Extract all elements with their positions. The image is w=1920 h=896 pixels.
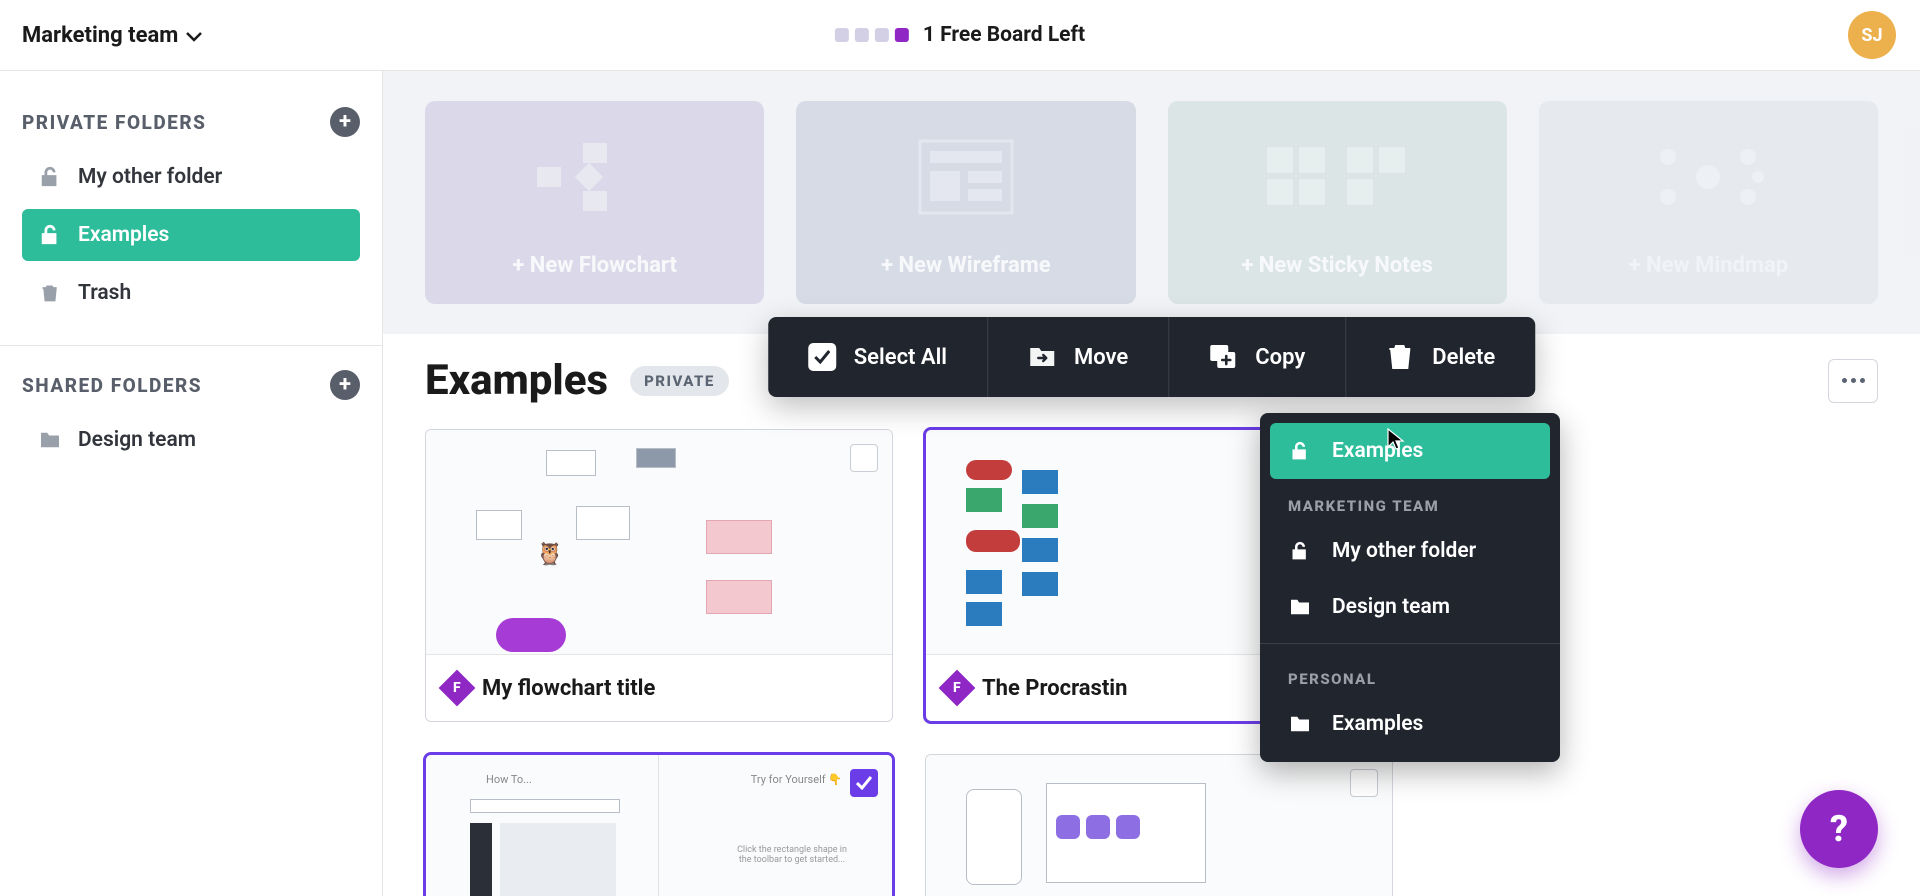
delete-label: Delete [1432, 345, 1495, 370]
template-label: + New Flowchart [512, 253, 677, 278]
sidebar-item-label: Trash [78, 281, 131, 305]
select-all-label: Select All [854, 345, 947, 370]
board-checkbox[interactable] [1350, 769, 1378, 797]
avatar[interactable]: SJ [1848, 11, 1896, 59]
board-checkbox[interactable] [850, 769, 878, 797]
quota-text: 1 Free Board Left [923, 23, 1085, 47]
sidebar-item-design-team[interactable]: Design team [22, 414, 360, 466]
board-preview: 🦉 [426, 430, 892, 654]
board-card[interactable] [925, 754, 1393, 896]
sidebar-shared-label: SHARED FOLDERS [22, 374, 202, 397]
sidebar-item-examples[interactable]: Examples [22, 209, 360, 261]
lock-open-icon [38, 224, 62, 246]
sidebar-divider [0, 345, 382, 346]
avatar-initials: SJ [1861, 25, 1882, 46]
move-option-current[interactable]: Examples [1270, 423, 1550, 479]
board-title: The Procrastin [982, 676, 1127, 701]
lock-open-icon [38, 166, 62, 188]
select-all-button[interactable]: Select All [768, 317, 987, 397]
board-quota: 1 Free Board Left [835, 23, 1085, 47]
sidebar-item-label: Design team [78, 428, 196, 452]
quota-dot-used [835, 28, 849, 42]
trash-icon [1386, 344, 1414, 370]
checkbox-icon [808, 343, 836, 371]
chevron-down-icon [186, 32, 202, 42]
copy-label: Copy [1255, 345, 1305, 370]
templates-row: + New Flowchart + New Wireframe + New St… [383, 71, 1920, 334]
move-option-label: Examples [1332, 439, 1423, 463]
sidebar-private-label: PRIVATE FOLDERS [22, 111, 206, 134]
board-checkbox[interactable] [850, 444, 878, 472]
workspace-name: Marketing team [22, 23, 178, 48]
topbar: Marketing team 1 Free Board Left SJ [0, 0, 1920, 71]
boards-grid: 🦉 F My flowchart title [383, 415, 1920, 896]
quota-dots [835, 28, 909, 42]
move-option[interactable]: Examples [1270, 696, 1550, 752]
template-label: + New Mindmap [1629, 253, 1789, 278]
quota-dot-used [875, 28, 889, 42]
template-new-wireframe[interactable]: + New Wireframe [796, 101, 1135, 304]
board-card[interactable]: 🦉 F My flowchart title [425, 429, 893, 722]
template-label: + New Sticky Notes [1241, 253, 1433, 278]
help-glyph: ? [1830, 808, 1848, 850]
folder-more-button[interactable] [1828, 359, 1878, 403]
copy-button[interactable]: Copy [1168, 317, 1345, 397]
quota-dot-used [855, 28, 869, 42]
sidebar-private-list: My other folder Examples Trash [22, 151, 360, 319]
sidebar-item-trash[interactable]: Trash [22, 267, 360, 319]
sidebar-item-label: My other folder [78, 165, 222, 189]
trash-icon [38, 282, 62, 304]
folder-icon [1288, 598, 1312, 616]
mindmap-icon [1638, 101, 1778, 253]
move-popover: Examples MARKETING TEAM My other folder … [1260, 413, 1560, 762]
move-option-label: My other folder [1332, 539, 1476, 563]
move-group-label: PERSONAL [1270, 652, 1550, 696]
template-new-sticky-notes[interactable]: + New Sticky Notes [1168, 101, 1507, 304]
move-option-label: Design team [1332, 595, 1450, 619]
selection-action-bar: Select All Move Copy Delete [768, 317, 1536, 397]
wireframe-icon [916, 101, 1016, 253]
move-option[interactable]: My other folder [1270, 523, 1550, 579]
move-label: Move [1074, 345, 1128, 370]
move-option[interactable]: Design team [1270, 579, 1550, 635]
privacy-badge: PRIVATE [630, 366, 729, 396]
move-icon [1028, 345, 1056, 369]
sticky-notes-icon [1267, 101, 1407, 253]
quota-dot-remaining [895, 28, 909, 42]
board-preview [926, 755, 1392, 896]
main: + New Flowchart + New Wireframe + New St… [383, 71, 1920, 896]
lock-open-icon [1288, 541, 1312, 561]
help-button[interactable]: ? [1800, 790, 1878, 868]
delete-button[interactable]: Delete [1345, 317, 1535, 397]
move-button[interactable]: Move [987, 317, 1168, 397]
sidebar-shared-header: SHARED FOLDERS + [22, 370, 360, 400]
template-label: + New Wireframe [881, 253, 1051, 278]
workspace-switcher[interactable]: Marketing team [22, 23, 202, 48]
add-private-folder-button[interactable]: + [330, 107, 360, 137]
sidebar: PRIVATE FOLDERS + My other folder Exampl… [0, 71, 383, 896]
sidebar-item-my-other-folder[interactable]: My other folder [22, 151, 360, 203]
move-option-label: Examples [1332, 712, 1423, 736]
board-title: My flowchart title [482, 676, 655, 701]
flowchart-icon [535, 101, 655, 253]
board-type-badge: F [939, 670, 976, 707]
add-shared-folder-button[interactable]: + [330, 370, 360, 400]
popover-divider [1260, 643, 1560, 644]
template-new-flowchart[interactable]: + New Flowchart [425, 101, 764, 304]
board-type-badge: F [439, 670, 476, 707]
board-preview: How To... Try for Yourself 👇 Click on th… [426, 755, 892, 896]
move-group-label: MARKETING TEAM [1270, 479, 1550, 523]
folder-icon [38, 431, 62, 449]
folder-title: Examples [425, 356, 608, 405]
template-new-mindmap[interactable]: + New Mindmap [1539, 101, 1878, 304]
sidebar-item-label: Examples [78, 223, 169, 247]
sidebar-shared-list: Design team [22, 414, 360, 466]
folder-icon [1288, 715, 1312, 733]
copy-icon [1209, 344, 1237, 370]
board-title-row: F My flowchart title [426, 654, 892, 721]
sidebar-private-header: PRIVATE FOLDERS + [22, 107, 360, 137]
lock-open-icon [1288, 441, 1312, 461]
board-card[interactable]: How To... Try for Yourself 👇 Click on th… [425, 754, 893, 896]
